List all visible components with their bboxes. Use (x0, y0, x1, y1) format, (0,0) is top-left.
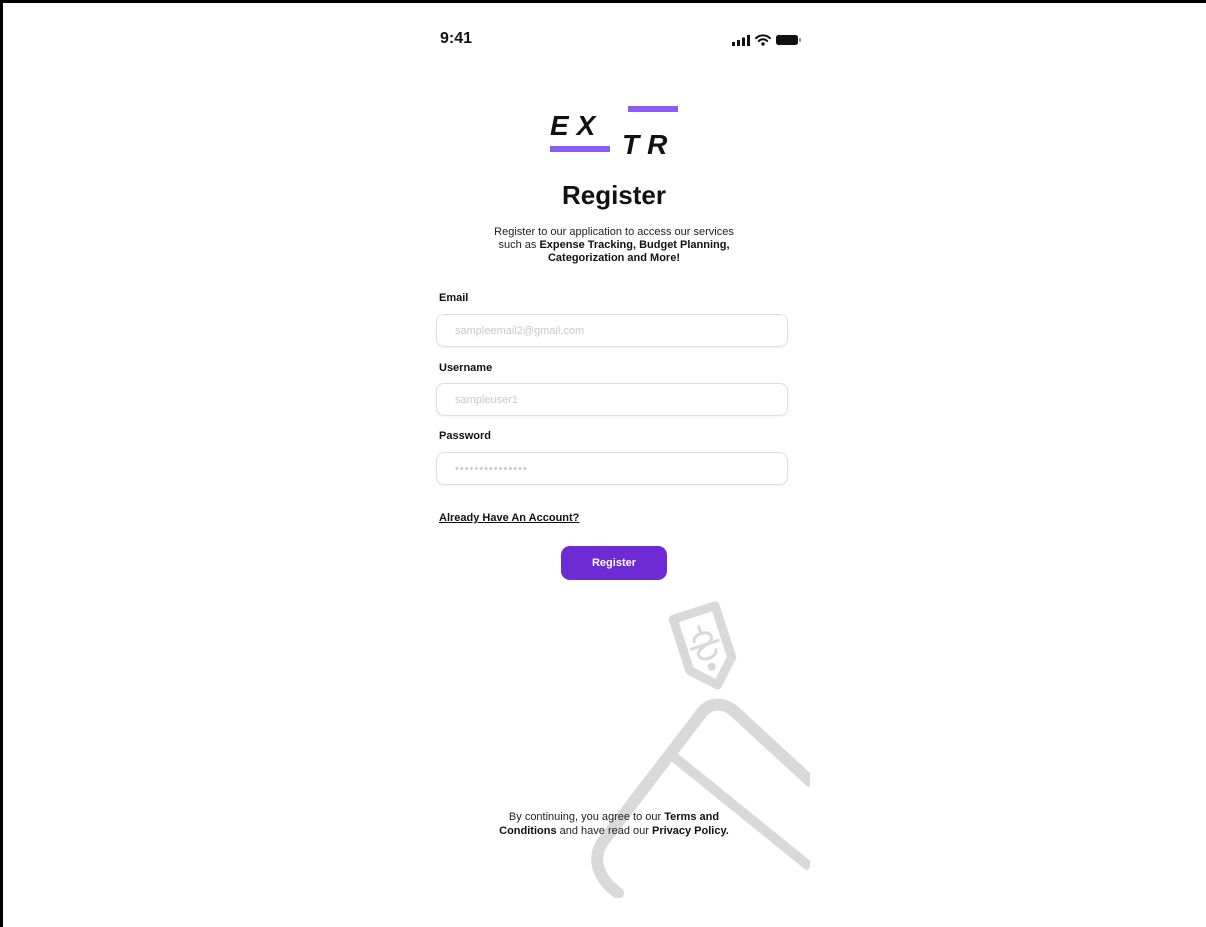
terms-text-2: and have read our (556, 825, 652, 837)
status-icons (732, 34, 802, 46)
subtitle-features: Expense Tracking, Budget Planning, Categ… (539, 239, 730, 264)
battery-icon (776, 35, 801, 45)
username-input[interactable]: sampleuser1 (436, 383, 788, 416)
logo-text-bottom: TR (622, 129, 675, 160)
terms-notice: By continuing, you agree to our Terms an… (496, 810, 732, 838)
status-time: 9:41 (440, 30, 473, 47)
window-frame-top (0, 0, 1206, 3)
password-input[interactable]: ••••••••••••••• (436, 452, 788, 485)
register-button[interactable]: Register (561, 546, 667, 580)
terms-period: . (725, 825, 729, 837)
signal-icon (732, 34, 750, 46)
wifi-icon (755, 34, 771, 46)
terms-text-1: By continuing, you agree to our (508, 811, 665, 823)
logo-text-top: EX (550, 110, 603, 141)
email-placeholder: sampleemail2@gmail.com (455, 324, 585, 337)
extr-logo: EX TR (550, 106, 678, 160)
password-label: Password (439, 430, 491, 442)
page-subtitle: Register to our application to access ou… (488, 226, 740, 265)
email-label: Email (439, 292, 469, 304)
password-placeholder: ••••••••••••••• (455, 462, 528, 475)
username-label: Username (439, 362, 493, 374)
login-link[interactable]: Already Have An Account? (439, 512, 579, 524)
phone-screen: 9:41 EX TR Register Register to our appl… (418, 8, 810, 898)
privacy-link[interactable]: Privacy Policy (652, 825, 726, 837)
price-tag-illustration (591, 601, 810, 898)
email-input[interactable]: sampleemail2@gmail.com (436, 314, 788, 347)
username-placeholder: sampleuser1 (455, 393, 518, 406)
page-title: Register (561, 180, 667, 210)
window-frame-left (0, 0, 3, 927)
